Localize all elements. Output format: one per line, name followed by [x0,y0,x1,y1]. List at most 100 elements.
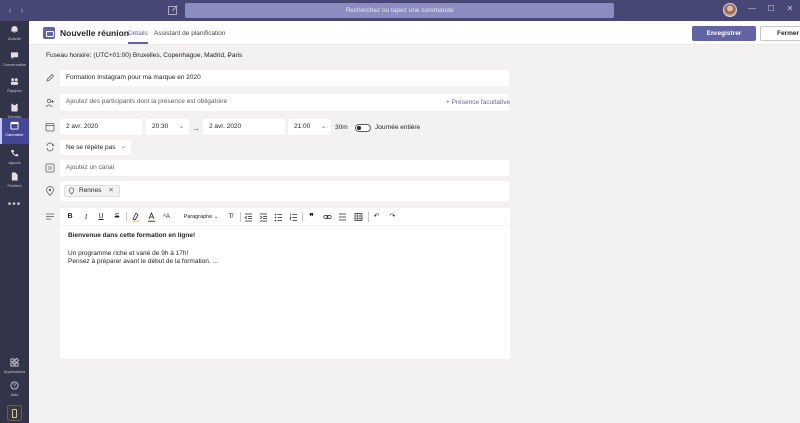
underline-icon[interactable]: U [97,212,105,222]
rail-item-label: Activité [8,36,21,41]
editor-content[interactable]: Bienvenue dans cette formation en ligne!… [68,232,218,266]
timezone-select[interactable]: Fuseau horaire: (UTC+01:00) Bruxelles, C… [46,52,242,59]
tab-details[interactable]: Détails [128,30,148,44]
svg-text:?: ? [13,383,16,389]
rail-item-calendar[interactable]: Calendrier [0,118,29,144]
location-chip[interactable]: Rennes ✕ [64,185,120,197]
all-day-toggle[interactable] [355,124,371,132]
location-input[interactable] [60,181,509,201]
chevron-down-icon[interactable]: ⌄ [226,51,232,59]
start-time-value: 20:30 [152,123,169,130]
close-window-icon[interactable]: ✕ [784,4,796,13]
quote-icon[interactable]: ❞ [307,212,316,222]
minimize-icon[interactable]: — [746,4,758,13]
meeting-title-input[interactable]: Formation Instagram pour ma marque en 20… [60,70,509,86]
toolbar-divider [240,212,241,222]
increase-indent-icon[interactable] [259,212,268,222]
bell-icon [11,26,18,33]
toolbar-divider [126,212,127,222]
paragraph-style-select[interactable]: Paragraphe ⌄ [182,212,220,222]
highlight-icon[interactable] [131,212,140,222]
table-icon[interactable] [354,212,363,222]
chevron-down-icon: ⌄ [320,124,326,130]
chevron-down-icon: ⌄ [178,124,184,130]
description-icon [46,213,54,220]
rail-item-label: Applications [3,369,26,374]
rail-item-label: Appels [8,160,21,165]
rail-item-label: Aide [10,392,19,397]
description-editor[interactable]: B I U S ᴬA Paragraphe ⌄ T̸ ❞ ↶ ↷ Bienven… [60,208,510,359]
more-apps-icon[interactable]: ••• [0,199,29,210]
end-time-value: 21:00 [294,123,311,130]
assignments-icon [11,103,18,112]
italic-icon[interactable]: I [82,212,90,222]
numbered-list-icon[interactable] [289,212,298,222]
page-title: Nouvelle réunion [60,28,129,38]
format-toolbar: B I U S ᴬA Paragraphe ⌄ T̸ ❞ ↶ ↷ [60,208,510,226]
start-time-select[interactable]: 20:30 ⌄ [146,119,189,135]
location-chip-label: Rennes [79,187,102,194]
teams-icon [10,78,19,85]
apps-icon [10,358,19,367]
bulleted-list-icon[interactable] [274,212,283,222]
phone-icon [10,149,19,157]
rail-item-label: Calendrier [5,132,24,137]
rail-item-chat[interactable]: Conversation [0,48,29,74]
editor-line: Pensez à préparer avant le début de la f… [68,258,218,265]
editor-line: Bienvenue dans cette formation en ligne! [68,232,196,239]
decrease-indent-icon[interactable] [244,212,253,222]
clock-calendar-icon [45,123,55,132]
maximize-icon[interactable]: ☐ [765,4,777,13]
location-icon [46,186,54,196]
pencil-icon [46,73,55,82]
horizontal-rule-icon[interactable] [338,212,347,222]
rail-item-teams[interactable]: Équipes [0,74,29,100]
start-date-input[interactable]: 2 avr. 2020 [60,119,142,135]
redo-icon[interactable]: ↷ [388,212,397,222]
add-person-icon [45,98,54,108]
title-bar: ‹ › Recherchez ou tapez une commande — ☐… [0,0,800,21]
close-button[interactable]: Fermer [760,26,800,41]
bold-icon[interactable]: B [66,212,74,222]
rail-item-help[interactable]: ? Aide [0,378,29,404]
compose-icon[interactable] [167,4,179,16]
all-day-label: Journée entière [375,124,421,131]
toolbar-divider [368,212,369,222]
calendar-icon [10,121,19,130]
optional-attendees-link[interactable]: + Présence facultative [446,99,510,106]
paragraph-style-label: Paragraphe [183,214,213,220]
avatar[interactable] [723,3,737,17]
files-icon [11,172,18,181]
mobile-device-button[interactable] [7,405,22,421]
strikethrough-icon[interactable]: S [113,212,121,222]
save-button[interactable]: Enregistrer [692,26,756,41]
repeat-icon [46,142,55,152]
channel-icon [45,163,55,173]
end-time-select[interactable]: 21:00 ⌄ [288,119,331,135]
app-rail: Activité Conversation Équipes Devoirs Ca… [0,21,29,423]
rail-item-files[interactable]: Fichiers [0,169,29,195]
forward-arrow-icon[interactable]: › [17,5,27,15]
search-input[interactable]: Recherchez ou tapez une commande [185,3,614,18]
link-icon[interactable] [323,212,332,222]
location-pin-icon [68,187,75,195]
remove-chip-icon[interactable]: ✕ [108,187,113,194]
editor-line: Un programme riche et varié de 9h à 17h! [68,250,189,257]
font-size-icon[interactable]: ᴬA [161,212,172,222]
chat-icon [10,52,19,60]
attendees-input[interactable]: Ajoutez des participants dont la présenc… [60,94,509,111]
font-color-icon[interactable] [147,212,156,222]
arrow-right-icon: → [192,124,200,133]
rail-item-activity[interactable]: Activité [0,22,29,48]
toggle-knob [357,126,361,130]
repeat-select[interactable]: Ne se répète pas ⌄ [60,140,131,155]
back-arrow-icon[interactable]: ‹ [5,5,15,15]
calendar-badge-icon [43,27,55,39]
undo-icon[interactable]: ↶ [372,212,381,222]
tab-scheduling-assistant[interactable]: Assistant de planification [154,30,226,37]
channel-input[interactable]: Ajoutez un canal [60,160,509,176]
end-date-input[interactable]: 2 avr. 2020 [203,119,285,135]
clear-formatting-icon[interactable]: T̸ [226,212,235,222]
mobile-phone-icon [12,409,17,418]
duration-label: 30m [335,124,348,131]
